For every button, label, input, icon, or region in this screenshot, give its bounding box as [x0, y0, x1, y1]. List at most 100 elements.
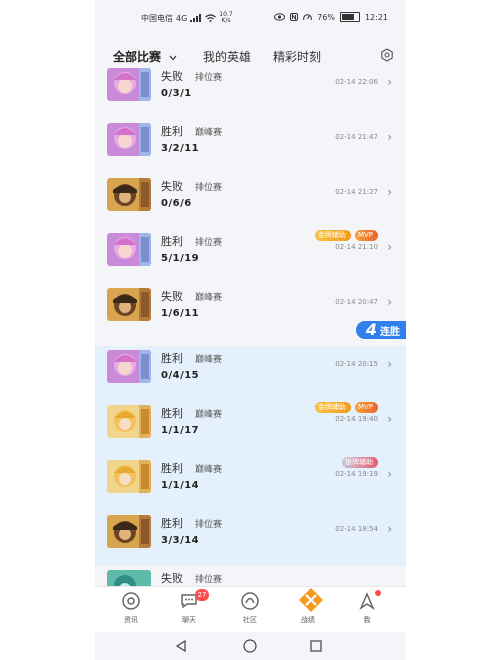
- hero-avatar: [107, 178, 151, 211]
- match-mode: 巅峰赛: [195, 293, 223, 303]
- match-time: 02-14 20:47: [335, 298, 378, 306]
- chevron-right-icon: ›: [387, 75, 392, 89]
- network-speed: 10.7 K/s: [219, 12, 232, 24]
- status-left: 中国电信 4G 10.7 K/s: [141, 12, 233, 24]
- match-mode: 排位赛: [195, 575, 223, 585]
- speed-unit: K/s: [221, 17, 231, 24]
- match-result: 失败: [161, 180, 183, 193]
- match-row[interactable]: 胜利 巅峰赛 1/1/14 银牌辅助 02-14 19:19 ›: [95, 456, 406, 511]
- tab-all-matches[interactable]: 全部比赛: [113, 48, 177, 65]
- match-result: 胜利: [161, 125, 183, 138]
- hero-avatar: [107, 405, 151, 438]
- chevron-right-icon: ›: [387, 295, 392, 309]
- match-list[interactable]: 失败 排位赛 0/3/1 02-14 22:06 › 胜利 巅峰赛 3/2/11 02-14 2…: [95, 66, 406, 586]
- match-result: 胜利: [161, 407, 183, 420]
- status-bar: 中国电信 4G 10.7 K/s 76% 12:21: [95, 0, 406, 34]
- home-icon[interactable]: [243, 639, 257, 653]
- signal-icon: [190, 14, 202, 22]
- hero-avatar: [107, 515, 151, 548]
- match-result: 胜利: [161, 462, 183, 475]
- match-kda: 3/3/14: [161, 535, 200, 546]
- match-kda: 3/2/11: [161, 143, 200, 154]
- battery-icon: [339, 12, 360, 22]
- chevron-down-icon: [169, 55, 177, 61]
- nav-label: 聊天: [182, 616, 196, 624]
- chat-icon: 27: [179, 589, 209, 611]
- me-icon: [357, 590, 381, 611]
- recents-icon[interactable]: [310, 640, 322, 652]
- match-mode: 排位赛: [195, 73, 223, 83]
- match-row[interactable]: 失败 排位赛: [95, 566, 406, 586]
- match-badges: 金牌辅助 MVP: [314, 230, 378, 241]
- match-time: 02-14 21:47: [335, 133, 378, 141]
- match-row[interactable]: 胜利 巅峰赛 0/4/15 02-14 20:15 ›: [95, 346, 406, 401]
- nav-label: 资讯: [124, 616, 138, 624]
- nav-item-record[interactable]: 战绩: [288, 588, 328, 625]
- hero-avatar: [107, 123, 151, 156]
- match-mode: 巅峰赛: [195, 128, 223, 138]
- chevron-right-icon: ›: [387, 467, 392, 481]
- match-result: 失败: [161, 290, 183, 303]
- network-text: 4G: [176, 13, 188, 23]
- chevron-right-icon: ›: [387, 412, 392, 426]
- nav-label: 社区: [243, 616, 257, 624]
- win-streak-label: 连胜: [380, 327, 400, 338]
- match-mode: 巅峰赛: [195, 465, 223, 475]
- match-time: 02-14 21:10: [335, 243, 378, 251]
- match-mode: 巅峰赛: [195, 410, 223, 420]
- match-time: 02-14 19:19: [335, 470, 378, 478]
- tab-highlights[interactable]: 精彩时刻: [273, 48, 321, 65]
- wifi-icon: [205, 14, 217, 22]
- win-streak-banner: 4 连胜: [355, 320, 406, 339]
- nav-item-community[interactable]: 社区: [230, 591, 270, 625]
- match-row[interactable]: 胜利 排位赛 3/3/14 02-14 18:54 ›: [95, 511, 406, 566]
- match-kda: 1/6/11: [161, 308, 200, 319]
- system-nav-bar: [95, 632, 406, 660]
- nav-item-chat[interactable]: 27 聊天: [169, 589, 209, 625]
- match-time: 02-14 22:06: [335, 78, 378, 86]
- hero-avatar: [107, 233, 151, 266]
- gold-badge: 金牌辅助: [314, 230, 351, 241]
- match-row[interactable]: 胜利 排位赛 5/1/19 金牌辅助 MVP 02-14 21:10 ›: [95, 229, 406, 284]
- settings-hexagon-icon[interactable]: [380, 48, 394, 62]
- nav-label: 战绩: [301, 616, 315, 624]
- match-time: 02-14 21:27: [335, 188, 378, 196]
- eye-icon: [274, 13, 286, 21]
- tab-my-heroes[interactable]: 我的英雄: [203, 48, 251, 65]
- match-kda: 1/1/17: [161, 425, 200, 436]
- status-right: 76% 12:21: [274, 12, 388, 22]
- hero-avatar: [107, 68, 151, 101]
- tab-all-matches-label: 全部比赛: [113, 50, 162, 64]
- clock-text: 12:21: [364, 12, 388, 22]
- match-badges: 银牌辅助: [342, 457, 378, 468]
- nav-item-news[interactable]: 资讯: [111, 591, 151, 625]
- nav-label: 我: [363, 616, 371, 624]
- match-row[interactable]: 失败 排位赛 0/3/1 02-14 22:06 ›: [95, 66, 406, 119]
- match-kda: 5/1/19: [161, 253, 200, 264]
- win-streak-number: 4: [365, 320, 377, 339]
- match-result: 胜利: [161, 352, 183, 365]
- hero-avatar: [107, 460, 151, 493]
- tab-my-heroes-label: 我的英雄: [203, 50, 252, 64]
- match-row[interactable]: 胜利 巅峰赛 3/2/11 02-14 21:47 ›: [95, 119, 406, 174]
- hero-avatar: [107, 570, 151, 586]
- match-kda: 0/6/6: [161, 198, 192, 209]
- back-icon[interactable]: [175, 640, 187, 652]
- speedometer-icon: [303, 14, 312, 21]
- nav-item-me[interactable]: 我: [347, 590, 387, 625]
- phone-screen: 中国电信 4G 10.7 K/s 76% 12:21 全部比赛 我的英雄 精彩时…: [95, 0, 406, 660]
- notification-dot: [375, 590, 381, 596]
- tab-highlights-label: 精彩时刻: [273, 50, 322, 64]
- mvp-badge: MVP: [354, 402, 378, 413]
- match-result: 胜利: [161, 517, 183, 530]
- match-result: 胜利: [161, 235, 183, 248]
- match-kda: 1/1/14: [161, 480, 200, 491]
- hero-avatar: [107, 288, 151, 321]
- match-badges: 金牌辅助 MVP: [314, 402, 378, 413]
- match-row[interactable]: 失败 排位赛 0/6/6 02-14 21:27 ›: [95, 174, 406, 229]
- silver-badge: 银牌辅助: [342, 457, 378, 468]
- bottom-nav: 资讯 27 聊天 社区 战绩 我: [95, 586, 406, 633]
- match-mode: 排位赛: [195, 183, 223, 193]
- match-row[interactable]: 胜利 巅峰赛 1/1/17 金牌辅助 MVP 02-14 19:40 ›: [95, 401, 406, 456]
- match-time: 02-14 18:54: [335, 525, 378, 533]
